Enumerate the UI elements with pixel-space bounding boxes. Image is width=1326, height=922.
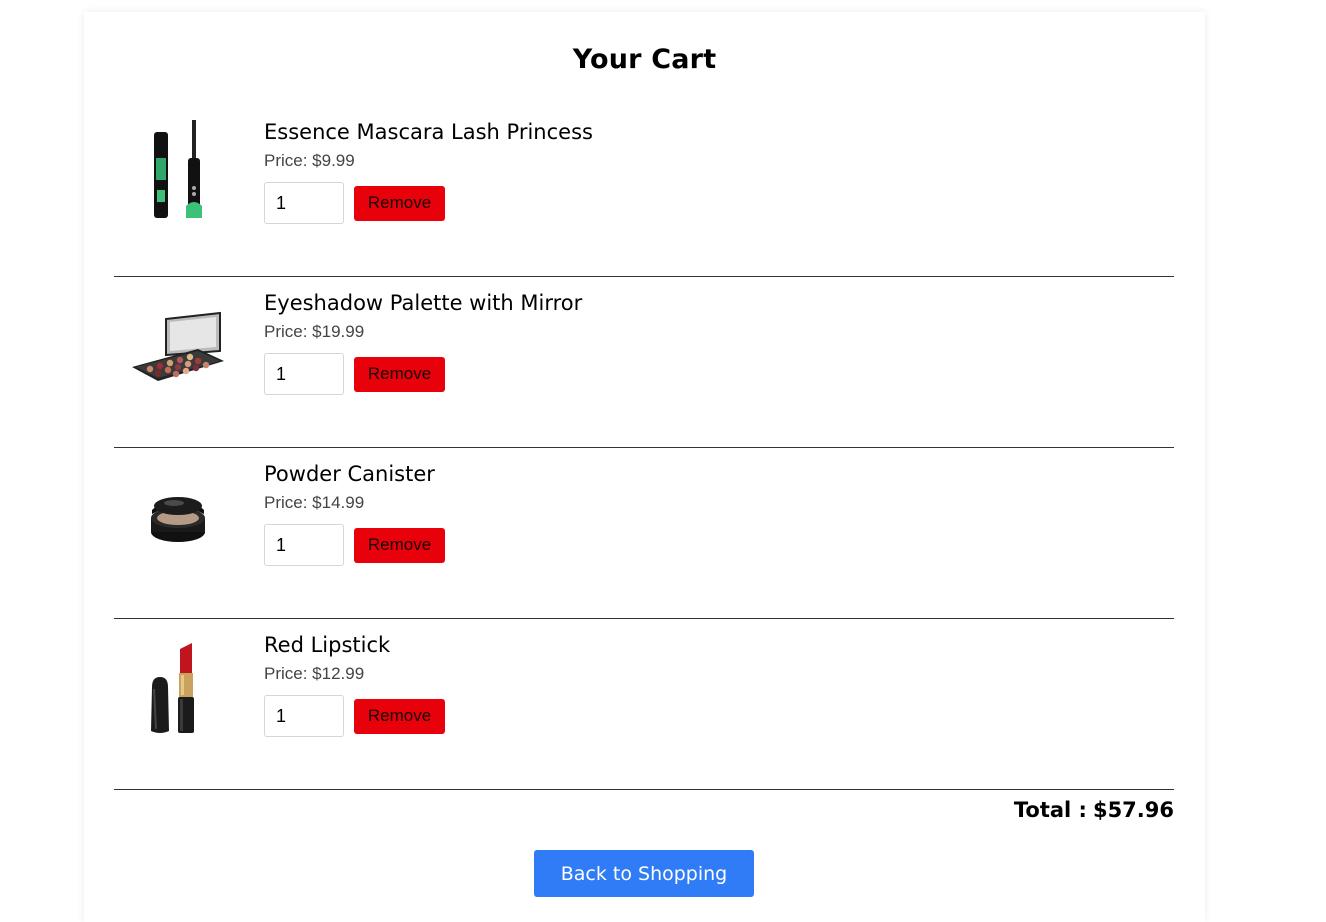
item-price: Price: $12.99 xyxy=(264,664,365,683)
item-price: Price: $9.99 xyxy=(264,151,355,170)
mascara-icon xyxy=(128,118,228,228)
item-price: Price: $19.99 xyxy=(264,322,365,341)
cart-card: Your Cart Essence Mascara Lash Princess … xyxy=(84,12,1205,922)
quantity-row: Remove xyxy=(264,524,445,566)
quantity-row: Remove xyxy=(264,695,445,737)
item-name: Red Lipstick xyxy=(264,633,391,657)
remove-button[interactable]: Remove xyxy=(354,185,445,221)
remove-button[interactable]: Remove xyxy=(354,698,445,734)
item-name: Eyeshadow Palette with Mirror xyxy=(264,291,583,315)
quantity-input[interactable] xyxy=(264,524,344,566)
quantity-row: Remove xyxy=(264,182,593,224)
back-to-shopping-button[interactable]: Back to Shopping xyxy=(534,850,754,897)
cart-item: Essence Mascara Lash Princess Price: $9.… xyxy=(114,106,1174,277)
quantity-row: Remove xyxy=(264,353,582,395)
item-name: Essence Mascara Lash Princess xyxy=(264,120,593,144)
remove-button[interactable]: Remove xyxy=(354,356,445,392)
quantity-input[interactable] xyxy=(264,353,344,395)
cart-item: Red Lipstick Price: $12.99 Remove xyxy=(114,619,1174,790)
quantity-input[interactable] xyxy=(264,695,344,737)
page-title: Your Cart xyxy=(572,44,717,75)
item-info: Red Lipstick Price: $12.99 Remove xyxy=(264,632,445,737)
item-name: Powder Canister xyxy=(264,462,435,486)
item-info: Eyeshadow Palette with Mirror Price: $19… xyxy=(264,290,582,395)
cart-item: Eyeshadow Palette with Mirror Price: $19… xyxy=(114,277,1174,448)
total-label: Total : xyxy=(1013,798,1087,822)
item-price: Price: $14.99 xyxy=(264,493,365,512)
remove-button[interactable]: Remove xyxy=(354,527,445,563)
item-info: Powder Canister Price: $14.99 Remove xyxy=(264,461,445,566)
item-info: Essence Mascara Lash Princess Price: $9.… xyxy=(264,119,593,224)
eyeshadow-palette-icon xyxy=(128,289,228,399)
powder-canister-icon xyxy=(128,460,228,570)
cart-item: Powder Canister Price: $14.99 Remove xyxy=(114,448,1174,619)
lipstick-icon xyxy=(128,631,228,741)
cart-item-list: Essence Mascara Lash Princess Price: $9.… xyxy=(114,106,1174,790)
quantity-input[interactable] xyxy=(264,182,344,224)
total-value: $57.96 xyxy=(1092,798,1174,822)
cart-total: Total : $57.96 xyxy=(1014,798,1174,822)
